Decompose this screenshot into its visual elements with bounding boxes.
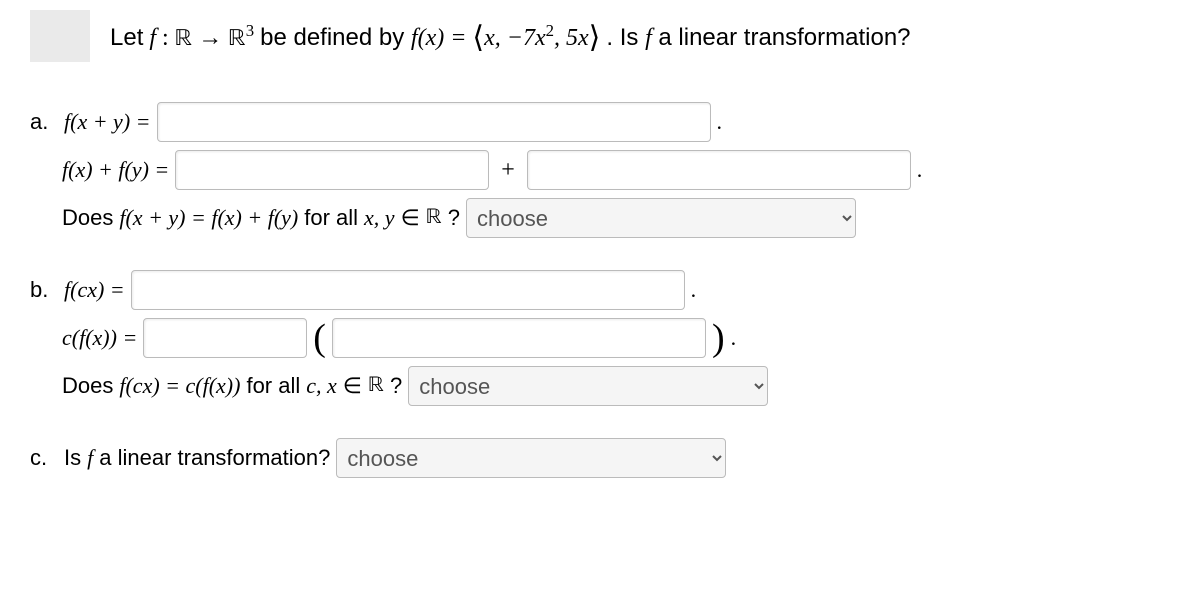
a-period-2: .	[917, 157, 923, 183]
header-prefix: Let	[110, 24, 143, 51]
a-fy-input[interactable]	[527, 150, 911, 190]
part-a: a. f(x + y) = . f(x) + f(y) = + . Does f…	[30, 102, 1170, 238]
b-line3-eq: f(cx) = c(f(x))	[119, 373, 240, 399]
part-a-label: a.	[30, 109, 58, 135]
part-b: b. f(cx) = . c(f(x)) = ( ). Does f(cx) =…	[30, 270, 1170, 406]
b-vector-input[interactable]	[332, 318, 706, 358]
a-line3-eq: f(x + y) = f(x) + f(y)	[119, 205, 298, 231]
a-line2-lhs: f(x) + f(y) =	[62, 157, 169, 183]
a-fxy-input[interactable]	[157, 102, 711, 142]
b-choose-select[interactable]: choose	[408, 366, 768, 406]
plus-sign: +	[501, 157, 515, 184]
question-header: Let f : ℝ → ℝ3 be defined by f(x) = ⟨x, …	[30, 10, 1170, 62]
b-line1-lhs: f(cx) =	[64, 277, 125, 303]
b-period-2: .	[731, 325, 737, 351]
a-fx-input[interactable]	[175, 150, 489, 190]
part-c-label: c.	[30, 445, 58, 471]
b-period-1: .	[691, 277, 697, 303]
c-choose-select[interactable]: choose	[336, 438, 726, 478]
b-scalar-input[interactable]	[143, 318, 307, 358]
a-choose-select[interactable]: choose	[466, 198, 856, 238]
a-period-1: .	[717, 109, 723, 135]
part-b-label: b.	[30, 277, 58, 303]
part-c: c. Is f a linear transformation? choose	[30, 438, 1170, 478]
a-line1-lhs: f(x + y) =	[64, 109, 151, 135]
b-line2-lhs: c(f(x)) =	[62, 325, 137, 351]
b-fcx-input[interactable]	[131, 270, 685, 310]
